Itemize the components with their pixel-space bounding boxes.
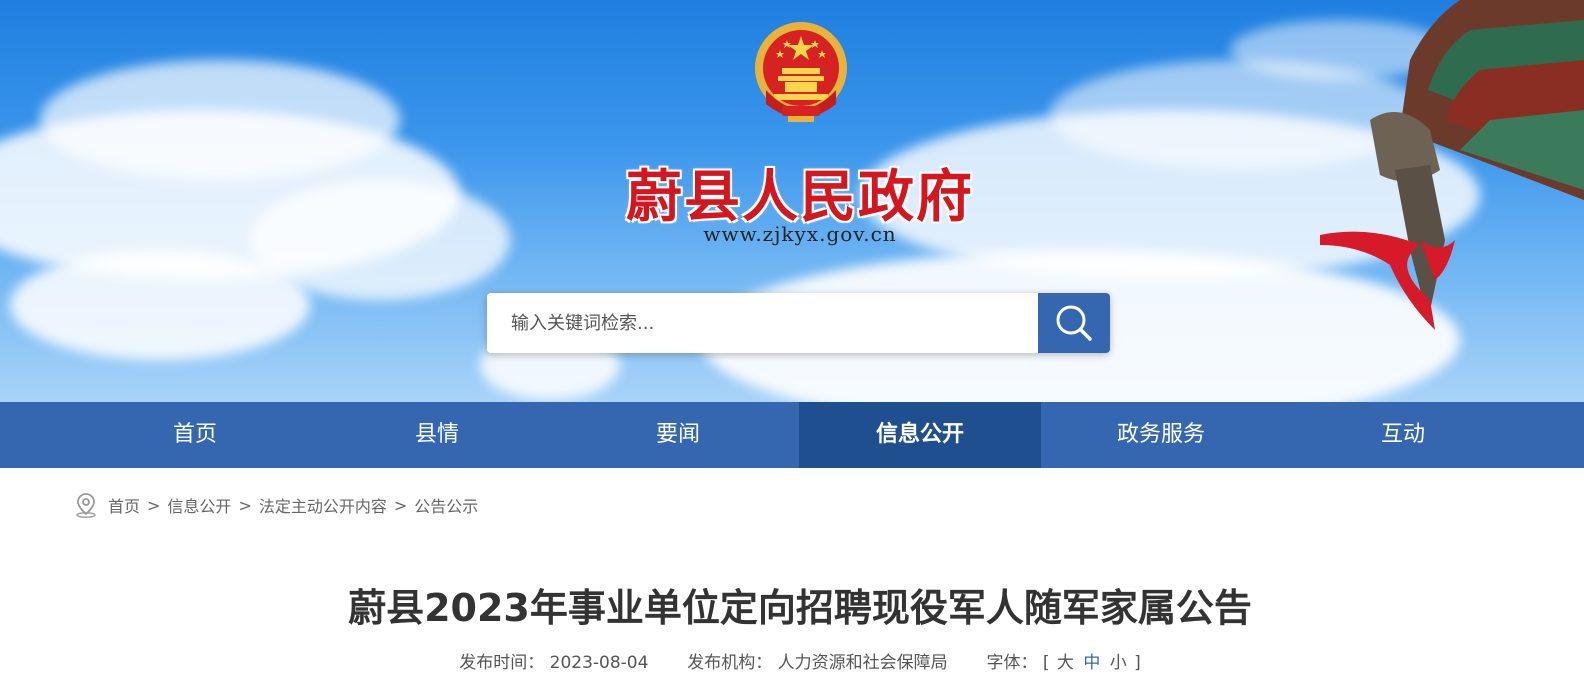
breadcrumb-separator: > bbox=[238, 495, 252, 515]
nav-item-gov-services[interactable]: 政务服务 bbox=[1040, 402, 1282, 468]
nav-item-county-info[interactable]: 县情 bbox=[316, 402, 558, 468]
nav-item-home[interactable]: 首页 bbox=[74, 402, 316, 468]
publish-time-value: 2023-08-04 bbox=[549, 653, 649, 673]
breadcrumb-separator: > bbox=[147, 495, 161, 515]
breadcrumb: 首页 > 信息公开 > 法定主动公开内容 > 公告公示 bbox=[74, 491, 478, 519]
breadcrumb-separator: > bbox=[393, 495, 408, 515]
article-title: 蔚县2023年事业单位定向招聘现役军人随军家属公告 bbox=[348, 586, 1252, 630]
breadcrumb-item-info-disclosure[interactable]: 信息公开 bbox=[167, 493, 231, 517]
font-size-small-button[interactable]: 小 bbox=[1110, 648, 1127, 673]
publisher-label: 发布机构： bbox=[687, 653, 773, 673]
site-title: 蔚县人民政府 bbox=[626, 164, 974, 230]
publisher-value: 人力资源和社会保障局 bbox=[777, 653, 948, 673]
nav-item-interaction[interactable]: 互动 bbox=[1282, 402, 1524, 468]
publish-time-label: 发布时间： bbox=[459, 653, 545, 673]
font-size-label: 字体： bbox=[986, 653, 1038, 673]
nav-item-info-disclosure[interactable]: 信息公开 bbox=[799, 402, 1041, 468]
temple-eave-decoration bbox=[1320, 0, 1584, 330]
national-emblem-icon bbox=[755, 22, 847, 122]
location-pin-icon bbox=[76, 493, 96, 518]
search-input[interactable] bbox=[487, 293, 1038, 353]
font-bracket-open: [ bbox=[1042, 653, 1050, 673]
header-banner: 蔚县人民政府 www.zjkyx.gov.cn bbox=[0, 0, 1584, 402]
cloud bbox=[250, 180, 510, 300]
breadcrumb-item-announcements[interactable]: 公告公示 bbox=[414, 493, 478, 517]
search-icon bbox=[1056, 305, 1092, 341]
font-bracket-close: ] bbox=[1134, 653, 1141, 673]
search-button[interactable] bbox=[1038, 293, 1110, 353]
search-box bbox=[487, 293, 1110, 353]
nav-item-news[interactable]: 要闻 bbox=[557, 402, 799, 468]
article-meta: 发布时间： 2023-08-04 发布机构： 人力资源和社会保障局 字体： [ … bbox=[0, 648, 1584, 673]
main-navigation: 首页 县情 要闻 信息公开 政务服务 互动 bbox=[0, 402, 1584, 468]
font-size-large-button[interactable]: 大 bbox=[1057, 648, 1074, 673]
breadcrumb-item-home[interactable]: 首页 bbox=[108, 493, 140, 517]
font-size-medium-button[interactable]: 中 bbox=[1083, 648, 1100, 673]
breadcrumb-item-statutory-content[interactable]: 法定主动公开内容 bbox=[259, 493, 387, 517]
site-url: www.zjkyx.gov.cn bbox=[703, 222, 897, 246]
